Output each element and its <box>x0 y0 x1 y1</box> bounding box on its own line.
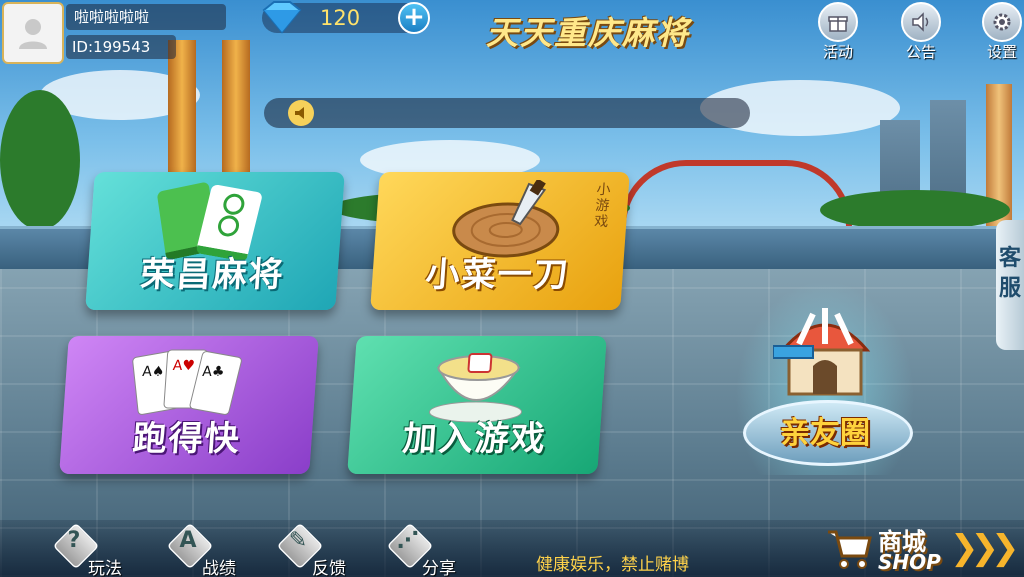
friends-circle-label: 亲友圈 <box>780 416 870 451</box>
gift-icon <box>818 2 858 42</box>
settings-button[interactable]: 设置 <box>974 0 1024 66</box>
svg-text:A♠: A♠ <box>142 364 165 380</box>
share-icon: ⋰ <box>397 528 419 553</box>
avatar[interactable] <box>2 2 64 64</box>
medal-icon: A <box>179 528 197 553</box>
paodekuai-label: 跑得快 <box>131 419 243 459</box>
chevron-right-icon: ❯❯❯ <box>950 528 1020 568</box>
xiaocai-yidao-label: 小菜一刀 <box>424 255 572 295</box>
speaker-icon <box>901 2 941 42</box>
activity-label: 活动 <box>822 43 853 61</box>
game-title: 天天重庆麻将 <box>486 14 691 52</box>
tree <box>0 90 80 230</box>
player-id: ID:199543 <box>66 35 176 59</box>
player-name: 啦啦啦啦啦 <box>66 4 226 30</box>
svg-text:A♥: A♥ <box>172 358 195 374</box>
add-diamonds-button[interactable]: + <box>398 2 430 34</box>
gear-icon <box>982 2 1022 42</box>
paodekuai-card[interactable]: A♠ A♥ A♣ 跑得快 <box>59 336 319 474</box>
feedback-label: 反馈 <box>312 559 346 577</box>
xiaocai-yidao-card[interactable]: 小游戏 小菜一刀 <box>370 172 630 310</box>
plus-icon: + <box>403 2 425 32</box>
question-icon: ? <box>67 528 81 553</box>
announcement-label: 公告 <box>905 43 936 61</box>
shop-button[interactable]: 商城 SHOP ❯❯❯ <box>822 520 1022 577</box>
shop-label-en: SHOP <box>878 550 941 574</box>
mini-game-tag: 小游戏 <box>593 182 612 230</box>
records-label: 战绩 <box>202 559 236 577</box>
cart-icon <box>828 530 872 569</box>
join-game-label: 加入游戏 <box>401 419 549 459</box>
diamond-count: 120 <box>320 6 361 30</box>
how-to-play-label: 玩法 <box>88 559 122 577</box>
share-label: 分享 <box>422 559 456 577</box>
rongchang-mahjong-label: 荣昌麻将 <box>139 255 287 295</box>
customer-service-tab[interactable]: 客服 <box>996 220 1024 350</box>
rongchang-mahjong-card[interactable]: 荣昌麻将 <box>85 172 345 310</box>
game-lobby: 啦啦啦啦啦 ID:199543 120 + 天天重庆麻将 活动 公告 设置 荣昌… <box>0 0 1024 577</box>
horn-icon <box>288 100 314 126</box>
shop-house-icon <box>773 308 871 396</box>
pencil-icon: ✎ <box>288 528 308 553</box>
announcement-button[interactable]: 公告 <box>893 0 949 66</box>
tree <box>820 190 1010 230</box>
diamond-icon <box>262 0 302 34</box>
notice-bar <box>264 98 750 128</box>
red-bridge <box>620 160 852 226</box>
join-game-card[interactable]: 加入游戏 <box>347 336 607 474</box>
settings-label: 设置 <box>986 43 1017 61</box>
health-notice: 健康娱乐，禁止赌博 <box>536 555 689 575</box>
svg-text:A♣: A♣ <box>202 364 225 380</box>
activity-button[interactable]: 活动 <box>810 0 866 66</box>
user-icon <box>19 19 47 49</box>
customer-service-label: 客服 <box>998 246 1021 301</box>
friends-circle-button[interactable]: 亲友圈 <box>735 280 915 475</box>
